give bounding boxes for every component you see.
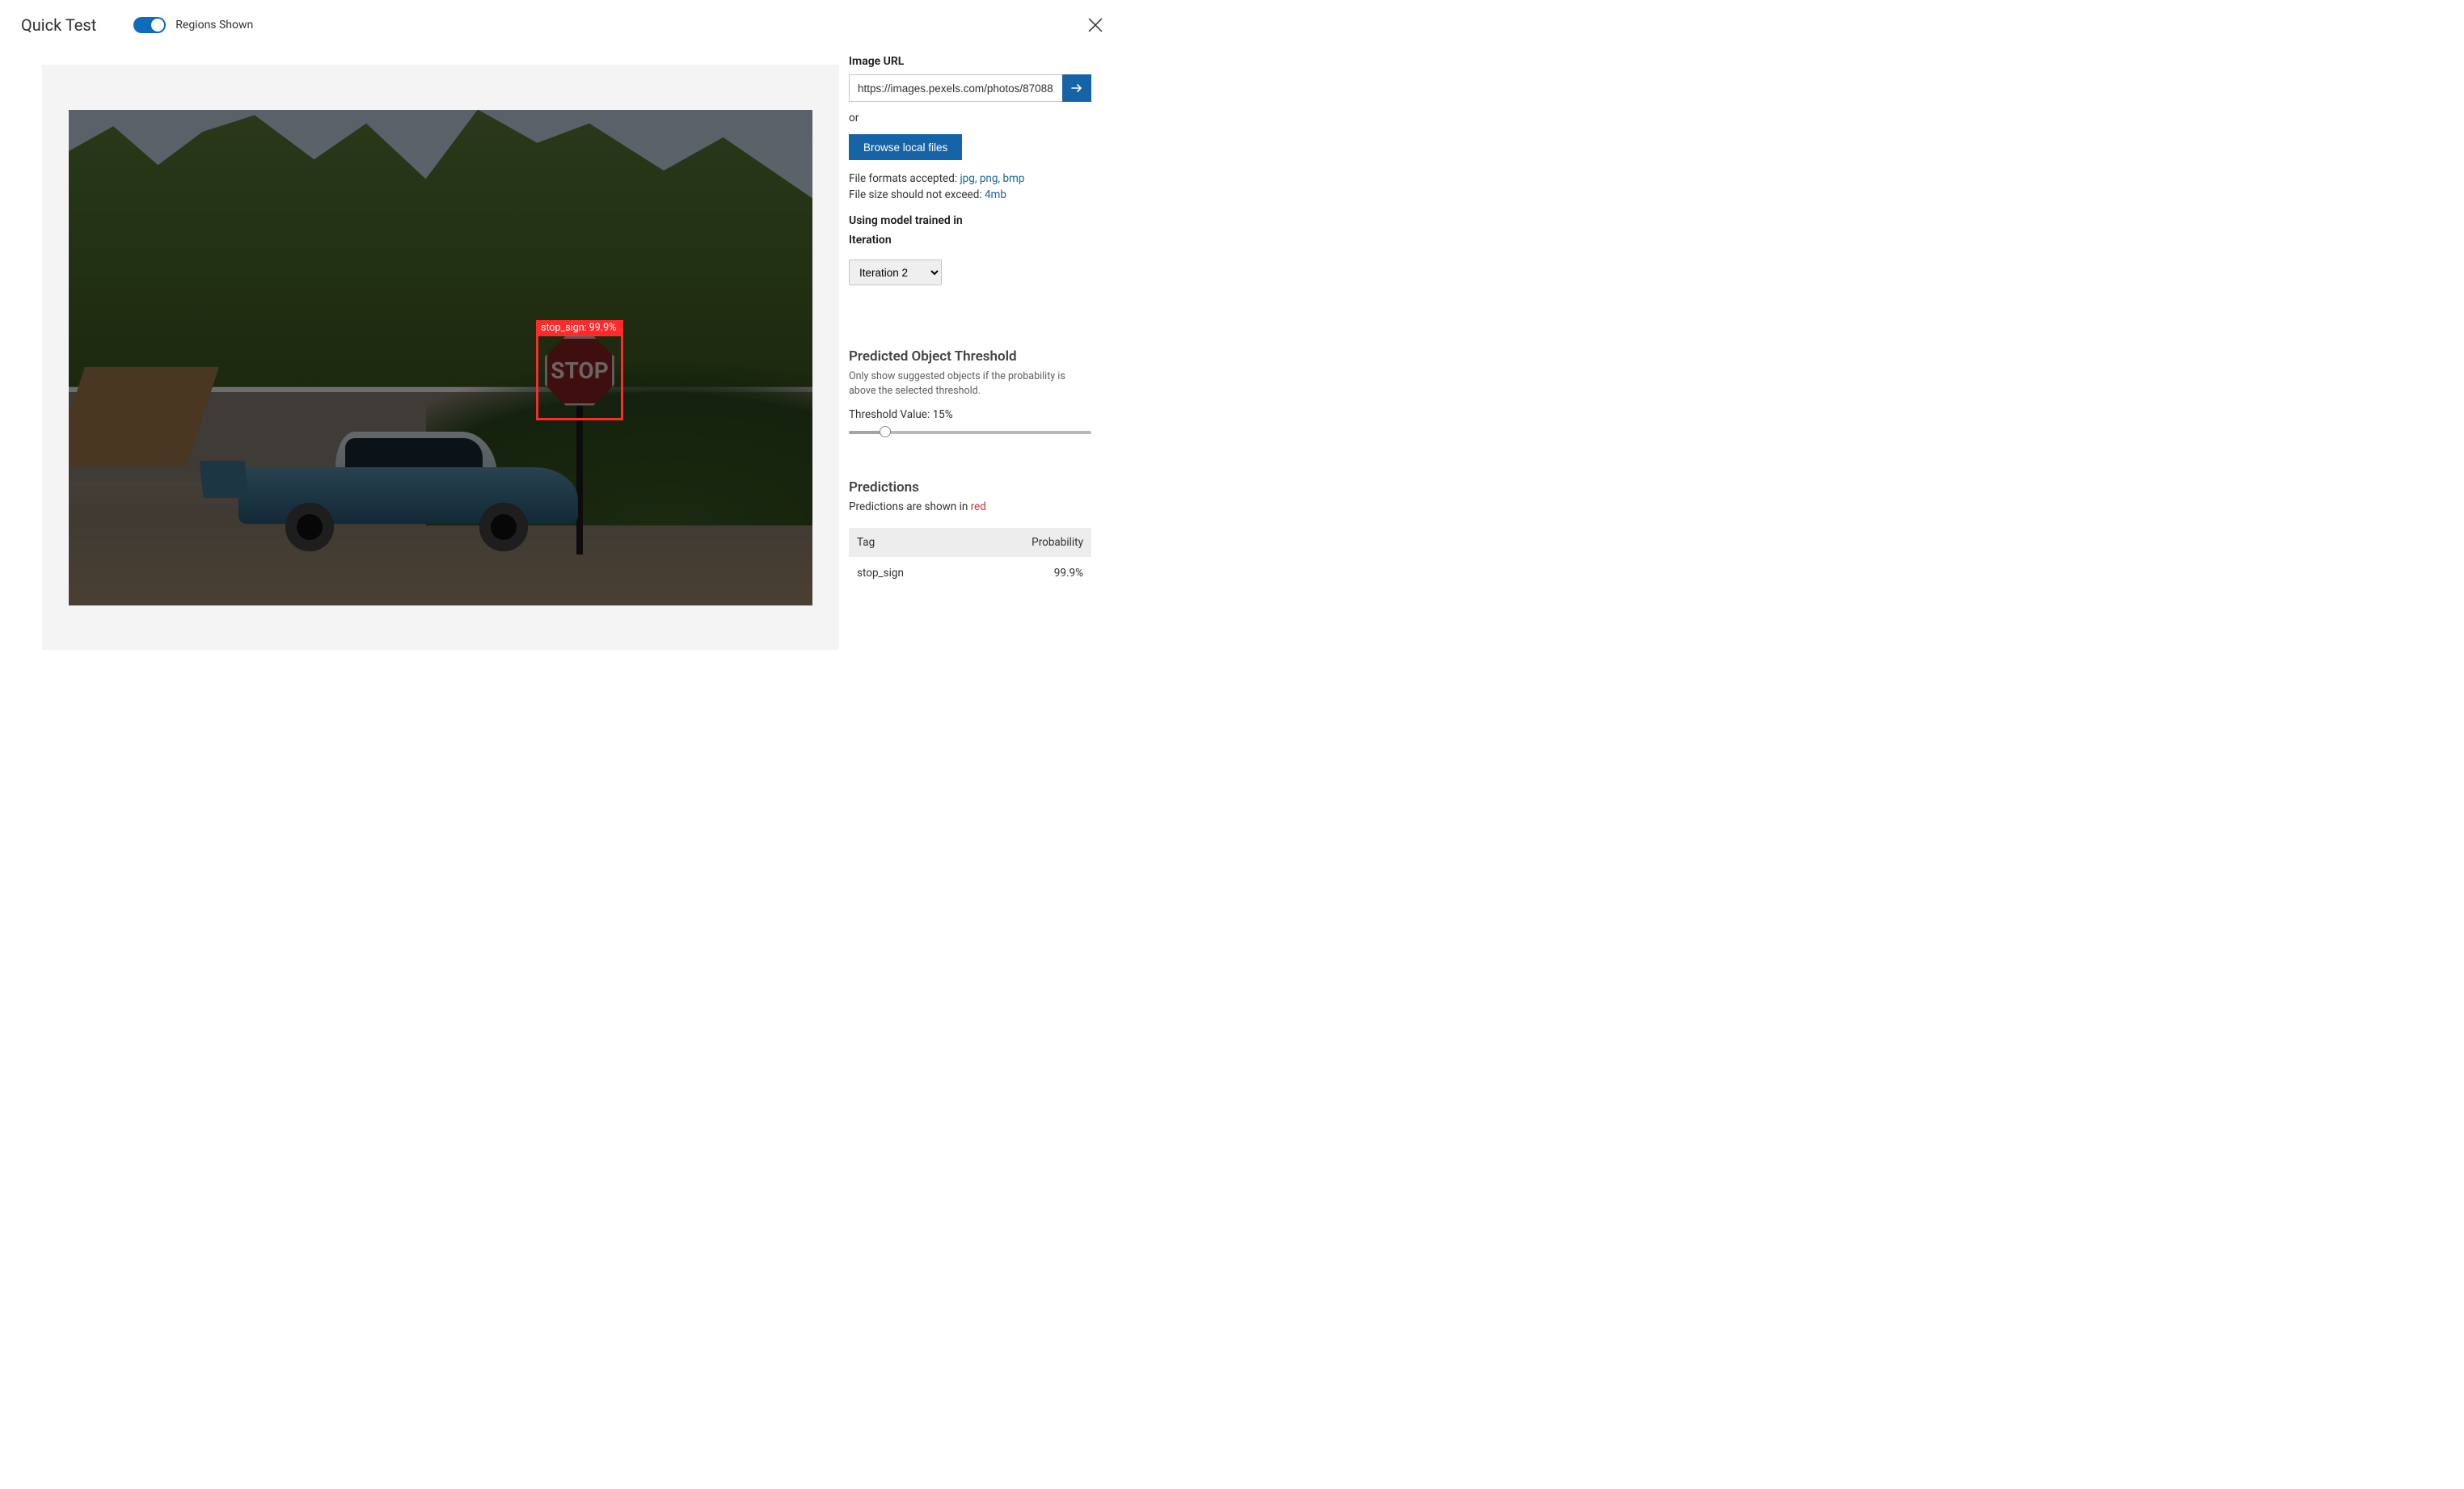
threshold-slider-thumb[interactable] — [880, 426, 891, 437]
image-url-label: Image URL — [849, 55, 1091, 68]
predictions-subtitle: Predictions are shown in red — [849, 500, 1091, 513]
regions-shown-toggle-label: Regions Shown — [175, 19, 253, 32]
iteration-select[interactable]: Iteration 2 — [849, 259, 942, 285]
threshold-description: Only show suggested objects if the proba… — [849, 369, 1091, 399]
page-title: Quick Test — [21, 15, 96, 35]
predictions-table: Tag Probability stop_sign99.9% — [849, 528, 1091, 589]
preview-image: STOP stop_sign: 99.9% — [69, 110, 812, 605]
submit-url-button[interactable] — [1062, 74, 1091, 102]
file-size-link[interactable]: 4mb — [985, 188, 1006, 201]
image-preview-area: STOP stop_sign: 99.9% — [42, 65, 839, 650]
threshold-slider[interactable] — [849, 424, 1091, 441]
file-size-hint: File size should not exceed: 4mb — [849, 188, 1091, 204]
detection-label: stop_sign: 99.9% — [536, 320, 621, 336]
file-formats-link[interactable]: jpg, png, bmp — [960, 172, 1024, 185]
file-formats-hint: File formats accepted: jpg, png, bmp — [849, 171, 1091, 188]
predictions-row: stop_sign99.9% — [849, 557, 1091, 589]
predictions-col-probability: Probability — [966, 528, 1091, 557]
arrow-right-icon — [1070, 82, 1083, 95]
close-icon — [1088, 18, 1103, 32]
predictions-col-tag: Tag — [849, 528, 966, 557]
prediction-probability: 99.9% — [966, 557, 1091, 589]
threshold-value-label: Threshold Value: 15% — [849, 408, 1091, 421]
image-url-input[interactable] — [849, 74, 1062, 102]
predictions-heading: Predictions — [849, 479, 1091, 496]
regions-shown-toggle[interactable] — [133, 17, 166, 33]
iteration-label: Iteration — [849, 234, 1091, 247]
close-button[interactable] — [1088, 18, 1103, 32]
prediction-tag: stop_sign — [849, 557, 966, 589]
threshold-heading: Predicted Object Threshold — [849, 348, 1091, 365]
browse-local-files-button[interactable]: Browse local files — [849, 134, 962, 160]
trained-in-label: Using model trained in — [849, 214, 1091, 227]
or-divider-text: or — [849, 112, 1091, 124]
